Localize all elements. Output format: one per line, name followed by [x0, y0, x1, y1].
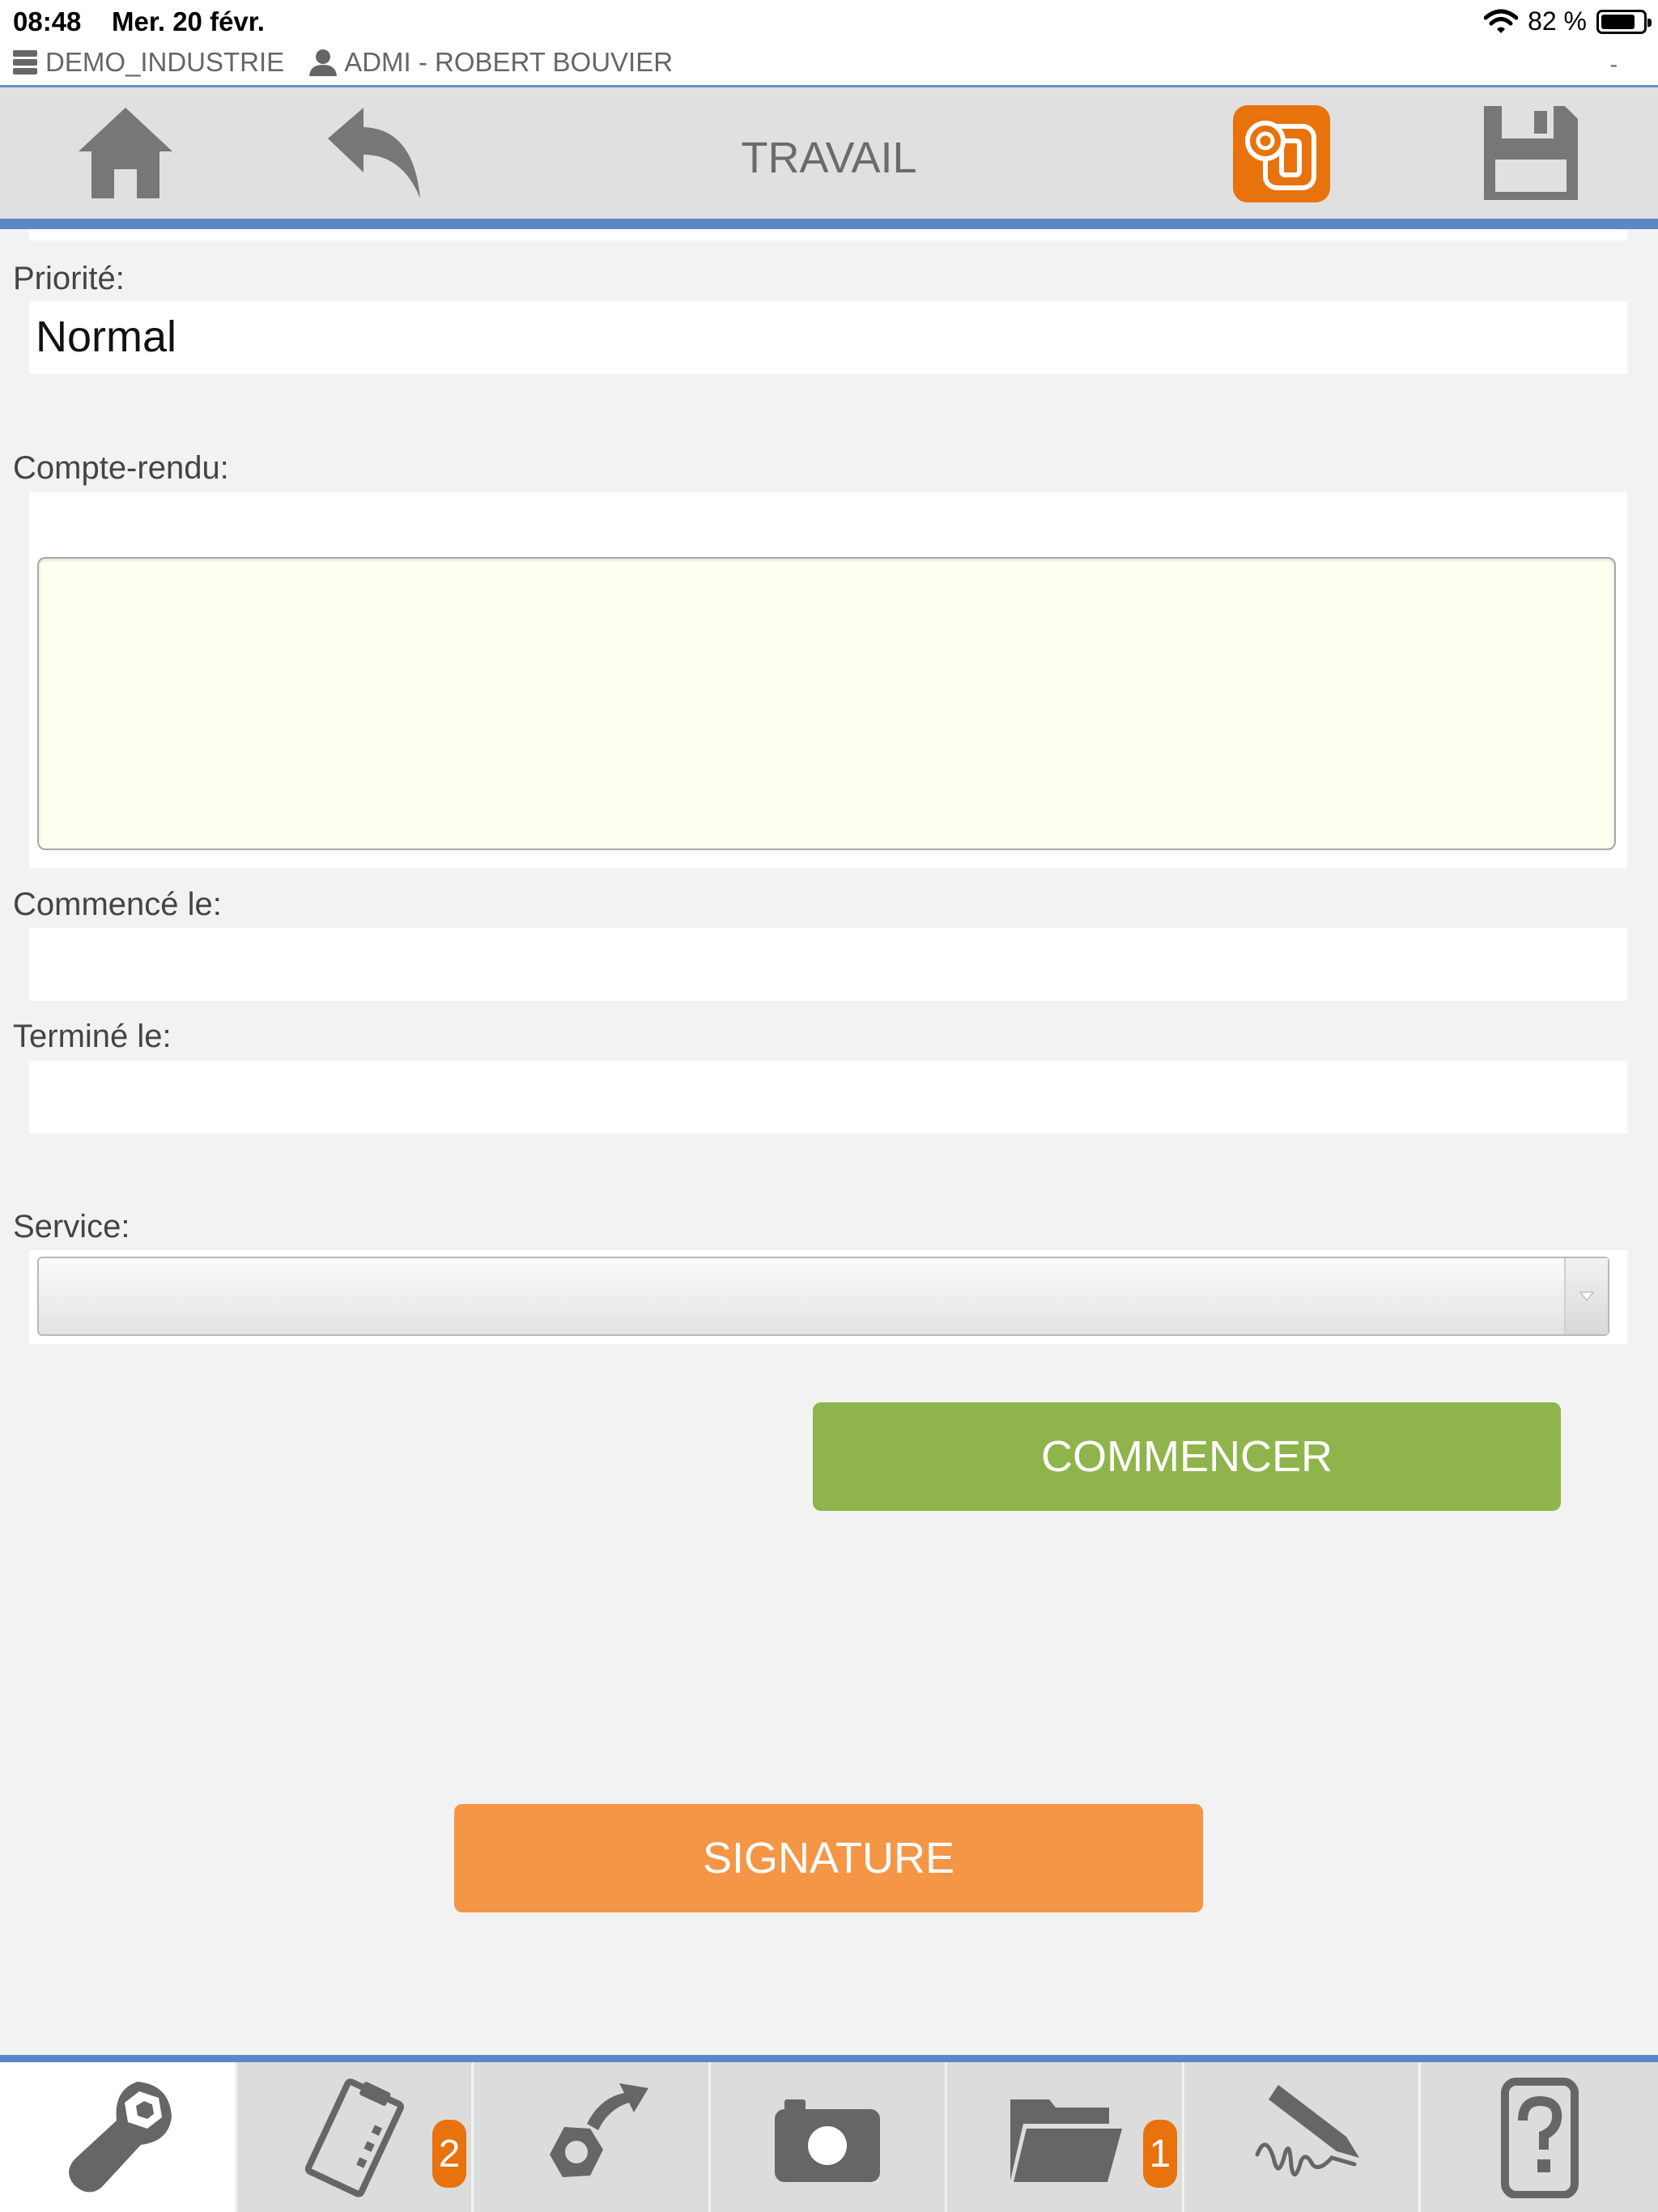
tab-checklist[interactable]: 2 [237, 2062, 474, 2212]
status-date: Mer. 20 févr. [112, 6, 265, 36]
priority-value: Normal [36, 313, 177, 361]
battery-percent: 82 % [1528, 6, 1587, 36]
camera-icon [775, 2099, 881, 2182]
ended-label: Terminé le: [13, 1019, 172, 1054]
equipment-button[interactable] [1233, 105, 1330, 202]
user: ADMI - ROBERT BOUVIER [308, 47, 673, 78]
context-extra: - [1609, 52, 1618, 77]
priority-label: Priorité: [13, 261, 125, 296]
user-name: ADMI - ROBERT BOUVIER [344, 47, 674, 77]
status-right: 82 % [1484, 6, 1652, 36]
signature-button[interactable]: SIGNATURE [454, 1804, 1203, 1912]
service-select[interactable] [37, 1257, 1609, 1336]
priority-field: Normal [29, 301, 1627, 374]
start-button[interactable]: COMMENCER [813, 1402, 1561, 1511]
parts-transfer-icon [549, 2082, 648, 2177]
tab-documents[interactable]: 1 [947, 2062, 1184, 2212]
toolbar-divider [0, 219, 1658, 229]
tabbar-divider [0, 2055, 1658, 2062]
checklist-icon [305, 2078, 405, 2197]
report-field [29, 492, 1627, 868]
user-icon [309, 49, 338, 76]
tab-bar: 2 1 [0, 2062, 1658, 2212]
battery-icon [1596, 9, 1652, 34]
previous-field-edge [29, 229, 1627, 240]
started-date-field[interactable] [29, 928, 1627, 1001]
wifi-icon [1484, 9, 1519, 33]
tab-signature[interactable] [1184, 2062, 1422, 2212]
chevron-down-icon [1579, 1291, 1595, 1301]
report-textarea[interactable] [37, 557, 1616, 850]
status-bar: 08:48 Mer. 20 févr. 82 % DEMO_INDUSTRIE [0, 0, 1658, 86]
tab-parts[interactable] [474, 2062, 711, 2212]
report-label: Compte-rendu: [13, 450, 229, 486]
checklist-badge: 2 [432, 2120, 467, 2188]
started-label: Commencé le: [13, 887, 222, 922]
equipment-scan-icon [1245, 121, 1316, 190]
company: DEMO_INDUSTRIE [11, 47, 284, 78]
floppy-disk-icon [1484, 106, 1578, 200]
ended-date-field[interactable] [29, 1061, 1627, 1134]
company-name: DEMO_INDUSTRIE [45, 47, 285, 77]
wrench-nut-icon [68, 2081, 172, 2193]
page-title: TRAVAIL [741, 134, 917, 182]
tab-camera[interactable] [711, 2062, 948, 2212]
signature-icon [1255, 2084, 1359, 2176]
building-icon [13, 50, 37, 74]
status-time: 08:48 [13, 6, 82, 36]
service-field [29, 1250, 1627, 1344]
service-label: Service: [13, 1209, 130, 1244]
tab-help[interactable] [1421, 2062, 1658, 2212]
context-row: DEMO_INDUSTRIE ADMI - ROBERT BOUVIER [11, 47, 697, 78]
documents-badge: 1 [1142, 2120, 1177, 2188]
save-button[interactable] [1478, 100, 1584, 206]
toolbar: TRAVAIL [0, 87, 1658, 219]
tab-intervention[interactable] [0, 2062, 237, 2212]
select-arrow[interactable] [1564, 1258, 1608, 1334]
help-device-icon [1500, 2077, 1579, 2198]
folder-icon [1010, 2099, 1123, 2182]
